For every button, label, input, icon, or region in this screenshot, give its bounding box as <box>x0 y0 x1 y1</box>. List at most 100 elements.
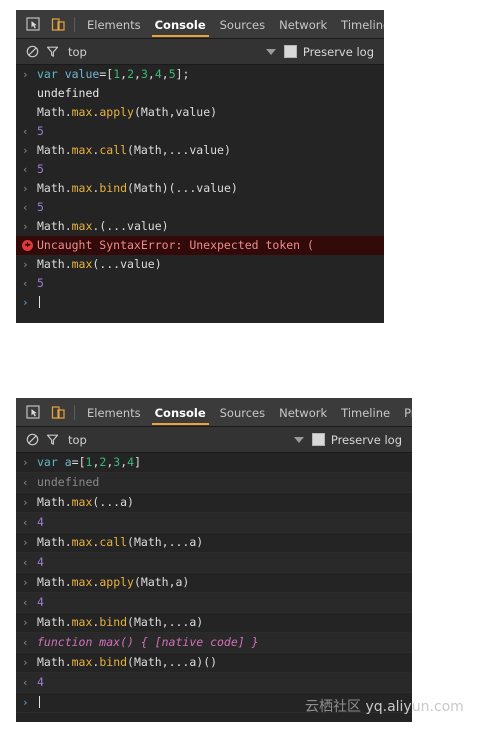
inspect-cursor-icon[interactable] <box>22 13 44 35</box>
filter-funnel-icon[interactable] <box>42 430 62 450</box>
console-filter-bar: top Preserve log <box>16 427 412 453</box>
tab-network[interactable]: Network <box>272 19 334 38</box>
execution-context-select[interactable]: top <box>68 45 87 59</box>
result-arrow-icon: ‹ <box>22 636 29 649</box>
code-token: 5 <box>37 124 44 138</box>
code-token: call <box>99 143 128 157</box>
chevron-down-icon[interactable] <box>265 48 276 55</box>
console-message-list[interactable]: › var a=[1,2,3,4] ‹ undefined › Math.max(...a… <box>16 453 412 713</box>
error-icon <box>22 240 33 251</box>
console-input-row: › Math.max.(...value) <box>16 217 384 236</box>
tab-console[interactable]: Console <box>148 407 213 426</box>
console-input-row: › Math.max.call(Math,...a) <box>16 533 412 553</box>
code-token: 5 <box>168 67 176 81</box>
clear-console-icon[interactable] <box>22 430 42 450</box>
code-token: 5 <box>37 162 44 176</box>
code-token: max <box>71 495 93 509</box>
prompt-arrow-icon: › <box>22 576 29 589</box>
devtools-tabstrip: ElementsConsoleSourcesNetworkTimelinePro <box>16 398 412 427</box>
code-token: var <box>37 455 65 469</box>
execution-context-select[interactable]: top <box>68 433 87 447</box>
result-arrow-icon: ‹ <box>22 556 29 569</box>
inspect-cursor-icon[interactable] <box>22 401 44 423</box>
console-row-content: 5 <box>37 200 384 215</box>
prompt-arrow-icon: › <box>22 144 29 157</box>
code-token: 4 <box>37 555 44 569</box>
console-row-content: 4 <box>37 515 412 530</box>
console-input-row: › var value=[1,2,3,4,5]; <box>16 65 384 84</box>
result-arrow-icon: ‹ <box>22 277 29 290</box>
device-toolbar-icon[interactable] <box>47 401 69 423</box>
code-token: Math. <box>37 535 72 549</box>
console-input-row: Math.max.apply(Math,value) <box>16 103 384 122</box>
code-token: (Math,...a)() <box>127 655 218 669</box>
text-caret <box>39 696 40 708</box>
code-token: undefined <box>37 86 100 100</box>
console-input-row: › Math.max.call(Math,...value) <box>16 141 384 160</box>
code-token: bind <box>99 655 128 669</box>
prompt-arrow-icon: › <box>22 68 29 81</box>
console-row-content: Math.max.call(Math,...value) <box>37 143 384 158</box>
console-message-list[interactable]: › var value=[1,2,3,4,5]; undefined Math.max… <box>16 65 384 312</box>
code-token: .(...value) <box>92 219 169 233</box>
filter-funnel-icon[interactable] <box>42 42 62 62</box>
console-result-row: ‹ function max() { [native code] } <box>16 633 412 653</box>
code-token: (...a) <box>92 495 134 509</box>
code-token: (Math)(...value) <box>127 181 238 195</box>
console-row-content: Math.max.apply(Math,value) <box>37 105 384 120</box>
console-row-content: 5 <box>37 276 384 291</box>
code-token: max <box>71 615 93 629</box>
code-token: Math. <box>37 181 72 195</box>
tab-pro[interactable]: Pro <box>397 407 412 426</box>
console-result-row: ‹ 5 <box>16 274 384 293</box>
result-arrow-icon: ‹ <box>22 125 29 138</box>
code-token: max <box>71 143 93 157</box>
device-toolbar-icon[interactable] <box>47 13 69 35</box>
code-token: (...value) <box>92 257 162 271</box>
tab-elements[interactable]: Elements <box>80 19 148 38</box>
clear-console-icon[interactable] <box>22 42 42 62</box>
code-token: bind <box>99 181 128 195</box>
tab-network[interactable]: Network <box>272 407 334 426</box>
console-row-content: var a=[1,2,3,4] <box>37 455 412 470</box>
toolbar-divider <box>74 405 75 420</box>
result-arrow-icon: ‹ <box>22 163 29 176</box>
code-token: value <box>64 67 100 81</box>
console-row-content: Math.max(...value) <box>37 257 384 272</box>
tab-timeline[interactable]: Timeline <box>334 407 397 426</box>
console-input-prompt[interactable]: › <box>16 293 384 312</box>
code-token: (Math,...value) <box>127 143 231 157</box>
tab-timeline[interactable]: Timeline <box>334 19 384 38</box>
console-input-prompt[interactable]: › <box>16 693 412 713</box>
preserve-log-toggle[interactable]: Preserve log <box>311 432 402 447</box>
console-result-row: ‹ undefined <box>16 473 412 493</box>
tab-console[interactable]: Console <box>148 19 213 38</box>
code-token: , <box>134 67 141 81</box>
preserve-log-label: Preserve log <box>330 432 402 447</box>
console-row-content <box>37 295 384 310</box>
code-token: function max() { [native code] } <box>37 635 259 649</box>
preserve-log-toggle[interactable]: Preserve log <box>283 45 374 59</box>
toolbar-divider <box>74 17 75 32</box>
prompt-arrow-icon: › <box>22 258 29 271</box>
devtools-panel-bottom: ElementsConsoleSourcesNetworkTimelinePro… <box>16 398 412 722</box>
console-input-row: › Math.max(...value) <box>16 255 384 274</box>
prompt-arrow-icon: › <box>22 182 29 195</box>
code-token: , <box>147 67 155 81</box>
code-token: apply <box>99 105 134 119</box>
tab-sources[interactable]: Sources <box>213 407 273 426</box>
tab-elements[interactable]: Elements <box>80 407 148 426</box>
code-token: (Math,a) <box>133 575 190 589</box>
console-row-content: 5 <box>37 162 384 177</box>
console-row-content: undefined <box>37 475 412 490</box>
chevron-down-icon[interactable] <box>293 436 304 443</box>
devtools-panel-top: ElementsConsoleSourcesNetworkTimeline top… <box>16 10 384 323</box>
result-arrow-icon: ‹ <box>22 516 29 529</box>
prompt-arrow-icon: › <box>22 616 29 629</box>
code-token: 4 <box>37 675 44 689</box>
preserve-log-checkbox[interactable] <box>311 433 325 446</box>
tab-sources[interactable]: Sources <box>213 19 273 38</box>
prompt-arrow-icon: › <box>22 496 29 509</box>
code-token: max <box>71 181 93 195</box>
preserve-log-checkbox[interactable] <box>283 45 297 58</box>
